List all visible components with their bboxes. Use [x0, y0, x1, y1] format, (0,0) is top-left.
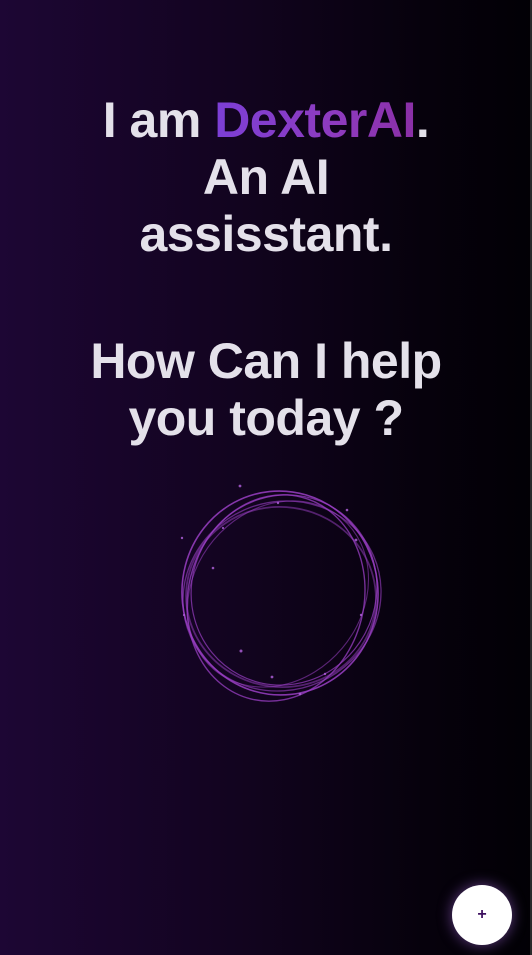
- plus-icon: +: [477, 906, 487, 923]
- help-question: How Can I help you today ?: [0, 333, 532, 447]
- intro-line-1: I am DexterAI.: [0, 92, 532, 149]
- intro-line-2: An AI: [202, 149, 330, 205]
- intro-heading: I am DexterAI. An AI assisstant.: [0, 92, 532, 263]
- brand-name: DexterAI: [214, 92, 416, 148]
- question-line-1: How Can I help: [90, 333, 442, 389]
- intro-line-3: assisstant.: [139, 206, 393, 262]
- add-button[interactable]: +: [452, 885, 512, 945]
- question-line-2: you today ?: [128, 390, 404, 446]
- voice-orb-icon[interactable]: [160, 470, 400, 720]
- intro-suffix: .: [415, 92, 430, 148]
- intro-prefix: I am: [102, 92, 215, 148]
